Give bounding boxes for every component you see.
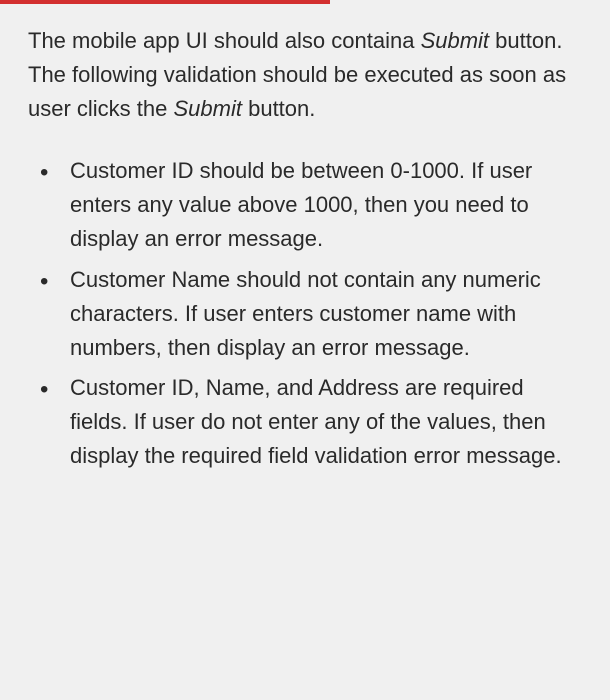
document-content: The mobile app UI should also containa S… xyxy=(0,4,610,499)
intro-text-3: button. xyxy=(242,96,315,121)
intro-text-1: The mobile app UI should also containa xyxy=(28,28,421,53)
validation-list: Customer ID should be between 0-1000. If… xyxy=(28,154,582,473)
submit-word-2: Submit xyxy=(174,96,242,121)
list-item: Customer Name should not contain any num… xyxy=(28,263,582,365)
list-item: Customer ID, Name, and Address are requi… xyxy=(28,371,582,473)
intro-paragraph: The mobile app UI should also containa S… xyxy=(28,24,582,126)
list-item: Customer ID should be between 0-1000. If… xyxy=(28,154,582,256)
submit-word-1: Submit xyxy=(421,28,489,53)
